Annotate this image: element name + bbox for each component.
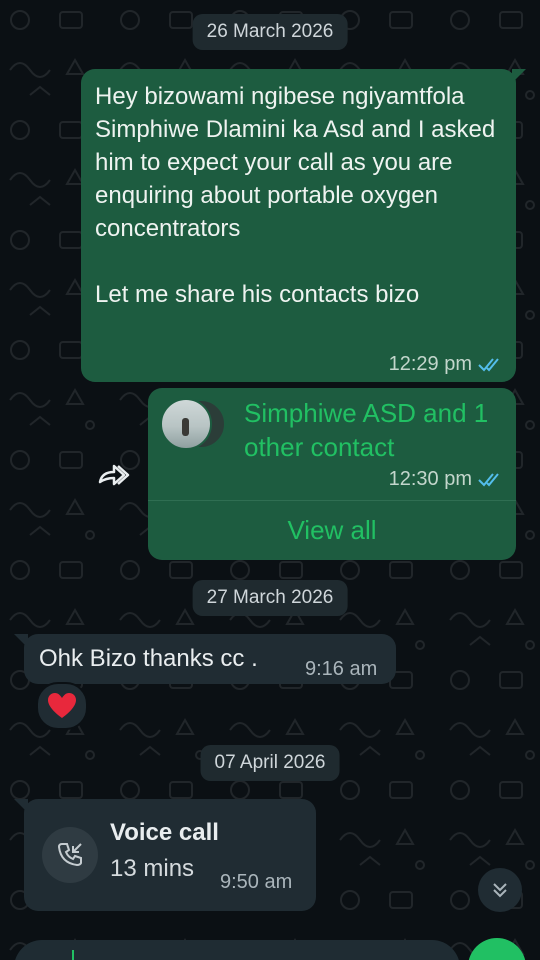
double-chevron-down-icon (493, 883, 507, 898)
call-title: Voice call (110, 819, 219, 846)
call-duration: 13 mins (110, 855, 195, 882)
missed-call-icon (57, 843, 82, 867)
message-composer[interactable] (14, 940, 460, 960)
avatar (160, 398, 212, 450)
heart-icon (48, 693, 76, 718)
view-all-button[interactable]: View all (148, 501, 516, 559)
date-separator: 27 March 2026 (192, 580, 348, 616)
contact-avatars (160, 398, 226, 450)
text-cursor (72, 950, 74, 960)
contact-card-message[interactable]: Simphiwe ASD and 1 other contact 12:30 p… (148, 388, 516, 560)
message-text: Ohk Bizo thanks cc . (39, 645, 258, 672)
call-icon-badge (42, 827, 98, 883)
message-time: 12:29 pm (388, 353, 472, 375)
voice-call-message[interactable]: Voice call 13 mins 9:50 am (14, 799, 316, 911)
forward-icon[interactable] (96, 460, 132, 488)
incoming-message[interactable]: Ohk Bizo thanks cc . 9:16 am (14, 634, 396, 684)
message-time: 12:30 pm (388, 468, 472, 490)
chat-screen: 26 March 2026 Hey bizowami ngibese ngiya… (0, 0, 540, 960)
outgoing-message[interactable]: Hey bizowami ngibese ngiyamtfola Simphiw… (81, 69, 526, 382)
contact-name: Simphiwe ASD and 1 other contact (244, 398, 489, 462)
message-text: Hey bizowami ngibese ngiyamtfola Simphiw… (95, 83, 496, 308)
message-time: 9:16 am (305, 658, 378, 680)
reaction-badge[interactable] (36, 682, 88, 730)
date-separator: 07 April 2026 (200, 745, 340, 781)
bubble-tail (14, 634, 28, 648)
double-check-icon (478, 472, 499, 486)
message-timestamp: 12:29 pm (389, 353, 502, 376)
scroll-down-button[interactable] (478, 868, 522, 912)
bubble-tail (512, 69, 526, 83)
date-separator: 26 March 2026 (192, 14, 348, 50)
message-timestamp: 12:30 pm (389, 468, 502, 491)
double-check-icon (478, 357, 499, 371)
bubble-tail (14, 799, 28, 813)
message-time: 9:50 am (220, 871, 293, 893)
